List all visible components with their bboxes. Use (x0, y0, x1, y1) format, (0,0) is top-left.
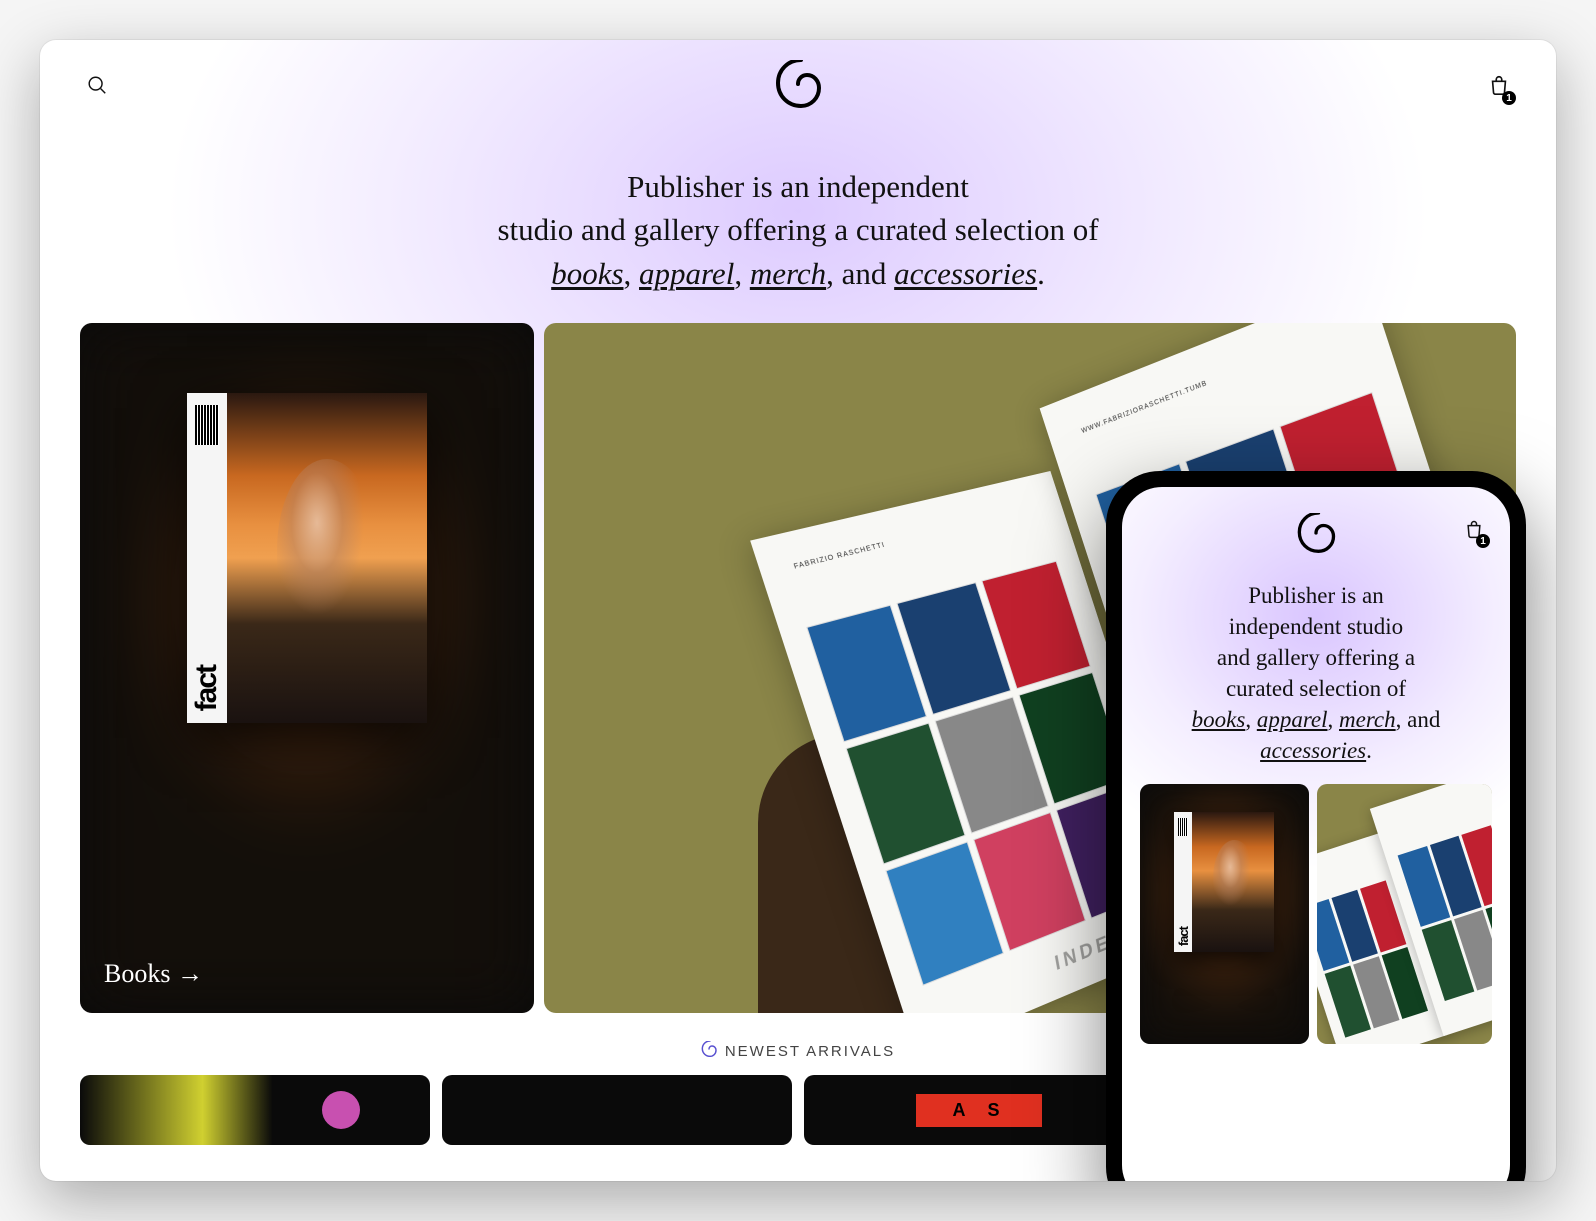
hero-text-1: Publisher is an independent (627, 169, 969, 204)
mobile-cart-button[interactable]: 1 (1458, 513, 1490, 548)
mobile-magazine-cover: fact (1174, 812, 1274, 952)
link-accessories[interactable]: accessories (894, 256, 1037, 291)
logo-link[interactable] (774, 60, 822, 113)
arrival-item-3[interactable]: AS (804, 1075, 1154, 1145)
mobile-books-card[interactable]: fact (1140, 784, 1309, 1044)
hero-tagline: Publisher is an independent studio and g… (40, 117, 1556, 323)
site-header: 1 (40, 40, 1556, 117)
arrival-item-2[interactable] (442, 1075, 792, 1145)
spiral-logo-icon (774, 95, 822, 112)
mobile-open-book-card[interactable] (1317, 784, 1492, 1044)
arrival-item-1[interactable] (80, 1075, 430, 1145)
search-button[interactable] (80, 68, 114, 105)
arrival-3-label: AS (916, 1094, 1041, 1127)
link-apparel[interactable]: apparel (639, 256, 734, 291)
page-caption-left: FABRIZIO RASCHETTI (793, 542, 886, 571)
magazine-cover: fact (187, 393, 427, 723)
mobile-hero-tagline: Publisher is an independent studio and g… (1122, 566, 1510, 784)
magazine-spine: fact (187, 393, 227, 723)
spiral-small-icon (701, 1041, 717, 1061)
barcode-icon (195, 405, 219, 445)
mobile-link-apparel[interactable]: apparel (1257, 707, 1328, 732)
search-icon (86, 84, 108, 99)
mobile-header: 1 (1122, 487, 1510, 566)
spiral-logo-icon (1296, 540, 1336, 557)
mobile-screen: 1 Publisher is an independent studio and… (1122, 487, 1510, 1181)
mobile-preview-device: 1 Publisher is an independent studio and… (1106, 471, 1526, 1181)
link-books[interactable]: books (551, 256, 623, 291)
magazine-title: fact (190, 666, 224, 711)
cart-button[interactable]: 1 (1482, 68, 1516, 105)
mobile-link-accessories[interactable]: accessories (1260, 738, 1366, 763)
mobile-link-books[interactable]: books (1192, 707, 1246, 732)
books-category-card[interactable]: fact Books (80, 323, 534, 1013)
magazine-cover-photo (227, 393, 427, 723)
mobile-link-merch[interactable]: merch (1339, 707, 1396, 732)
mobile-logo-link[interactable] (1296, 513, 1336, 558)
hero-text-2: studio and gallery offering a curated se… (497, 212, 1098, 247)
books-card-label: Books (104, 959, 203, 989)
mobile-featured-cards: fact (1122, 784, 1510, 1044)
link-merch[interactable]: merch (750, 256, 826, 291)
mobile-cart-count-badge: 1 (1476, 534, 1490, 548)
cart-count-badge: 1 (1502, 91, 1516, 105)
page-caption-right: WWW.FABRIZIORASCHETTI.TUMB (1081, 380, 1209, 435)
desktop-viewport: 1 Publisher is an independent studio and… (40, 40, 1556, 1181)
newest-label: NEWEST ARRIVALS (725, 1043, 895, 1060)
